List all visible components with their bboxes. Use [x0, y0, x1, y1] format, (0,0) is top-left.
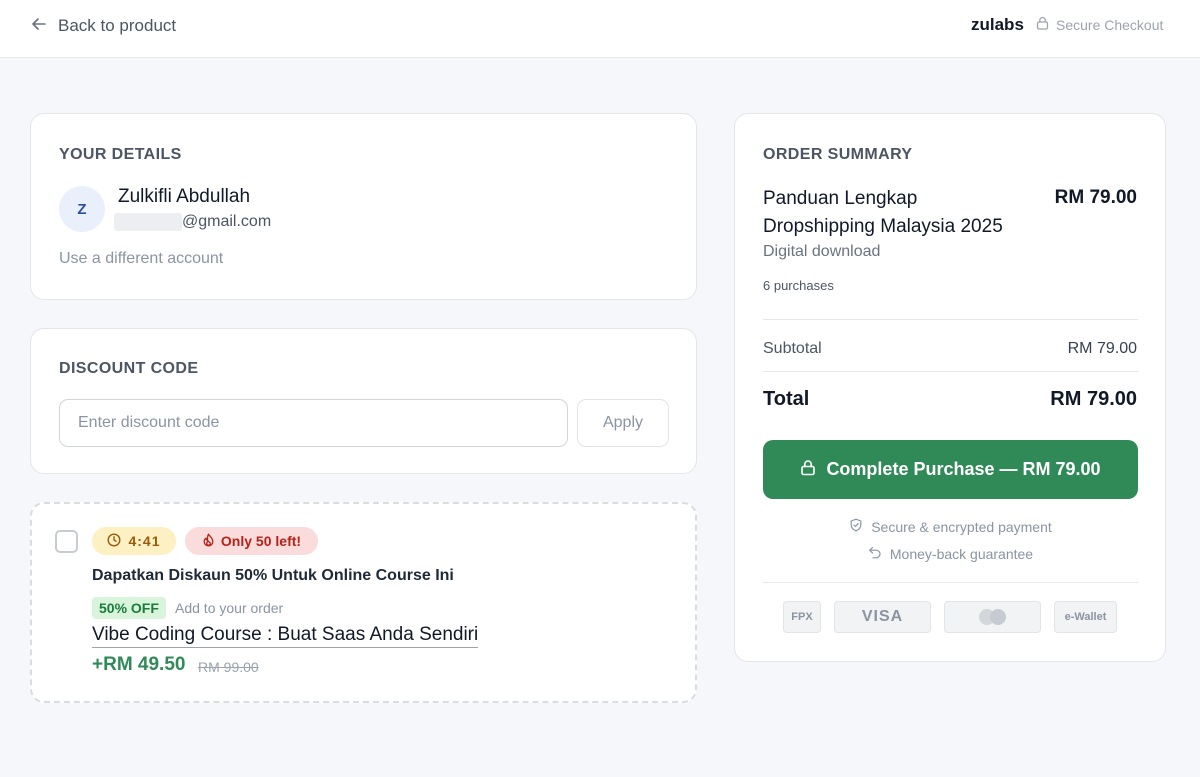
- product-name: Panduan Lengkap Dropshipping Malaysia 20…: [763, 188, 1003, 237]
- top-bar: Back to product zulabs Secure Checkout: [0, 0, 1200, 58]
- your-details-title: YOUR DETAILS: [59, 146, 182, 163]
- back-to-product-link[interactable]: Back to product: [30, 15, 176, 37]
- avatar: Z: [59, 186, 105, 232]
- your-details-card: YOUR DETAILS Z Zulkifli Abdullah @gmail.…: [30, 113, 697, 300]
- mastercard-icon: [944, 601, 1041, 633]
- upsell-original-price: RM 99.00: [198, 659, 259, 675]
- total-label: Total: [763, 388, 810, 410]
- ewallet-logo: e-Wallet: [1054, 601, 1117, 633]
- lock-icon: [800, 459, 816, 481]
- order-summary-card: ORDER SUMMARY Panduan Lengkap Dropshippi…: [734, 113, 1166, 662]
- discount-code-card: DISCOUNT CODE Apply: [30, 328, 697, 474]
- money-back-note: Money-back guarantee: [763, 545, 1138, 562]
- undo-arrow-icon: [868, 545, 882, 562]
- discount-code-title: DISCOUNT CODE: [59, 360, 199, 377]
- subtotal-label: Subtotal: [763, 340, 822, 357]
- complete-purchase-button[interactable]: Complete Purchase — RM 79.00: [763, 440, 1138, 499]
- email-domain: @gmail.com: [182, 213, 272, 230]
- back-link-label: Back to product: [58, 16, 177, 35]
- upsell-checkbox[interactable]: [55, 530, 78, 553]
- upsell-price: +RM 49.50: [92, 654, 186, 675]
- divider: [763, 319, 1138, 320]
- clock-icon: [107, 532, 121, 550]
- user-email: @gmail.com: [114, 213, 271, 231]
- payment-methods: FPX VISA e-Wallet: [783, 601, 1119, 633]
- shield-icon: [849, 518, 863, 535]
- secure-checkout-indicator: Secure Checkout: [1036, 16, 1163, 33]
- purchase-count: 6 purchases: [763, 278, 834, 293]
- upsell-headline: Dapatkan Diskaun 50% Untuk Online Course…: [92, 567, 454, 584]
- fpx-logo: FPX: [783, 601, 821, 633]
- upsell-product-link[interactable]: Vibe Coding Course : Buat Saas Anda Send…: [92, 624, 479, 648]
- apply-discount-button[interactable]: Apply: [577, 399, 669, 447]
- secure-payment-label: Secure & encrypted payment: [871, 518, 1052, 535]
- divider: [763, 371, 1138, 372]
- secure-checkout-label: Secure Checkout: [1056, 16, 1164, 33]
- order-summary-title: ORDER SUMMARY: [763, 146, 913, 163]
- stock-label: Only 50 left!: [220, 533, 302, 549]
- lock-icon: [1036, 16, 1049, 33]
- arrow-left-icon: [30, 15, 48, 38]
- money-back-label: Money-back guarantee: [889, 545, 1034, 562]
- product-type: Digital download: [763, 243, 881, 260]
- fire-icon: [202, 533, 215, 550]
- email-redaction: [114, 213, 182, 231]
- discount-code-input[interactable]: [59, 399, 568, 447]
- divider: [763, 582, 1138, 583]
- product-price: RM 79.00: [1054, 187, 1137, 208]
- total-value: RM 79.00: [1050, 388, 1137, 410]
- use-different-account-link[interactable]: Use a different account: [59, 250, 223, 268]
- secure-payment-note: Secure & encrypted payment: [763, 518, 1138, 535]
- subtotal-value: RM 79.00: [1067, 340, 1137, 357]
- upsell-offer-card: 4:41 Only 50 left! Dapatkan Diskaun 50% …: [30, 502, 697, 703]
- discount-percent-badge: 50% OFF: [92, 597, 166, 619]
- add-to-order-label: Add to your order: [175, 600, 284, 616]
- countdown-badge: 4:41: [92, 527, 176, 555]
- visa-logo: VISA: [834, 601, 931, 633]
- complete-purchase-label: Complete Purchase — RM 79.00: [826, 459, 1101, 479]
- stock-badge: Only 50 left!: [185, 527, 318, 555]
- user-name: Zulkifli Abdullah: [118, 186, 251, 207]
- brand-name: zulabs: [971, 15, 1024, 34]
- countdown-value: 4:41: [128, 533, 161, 549]
